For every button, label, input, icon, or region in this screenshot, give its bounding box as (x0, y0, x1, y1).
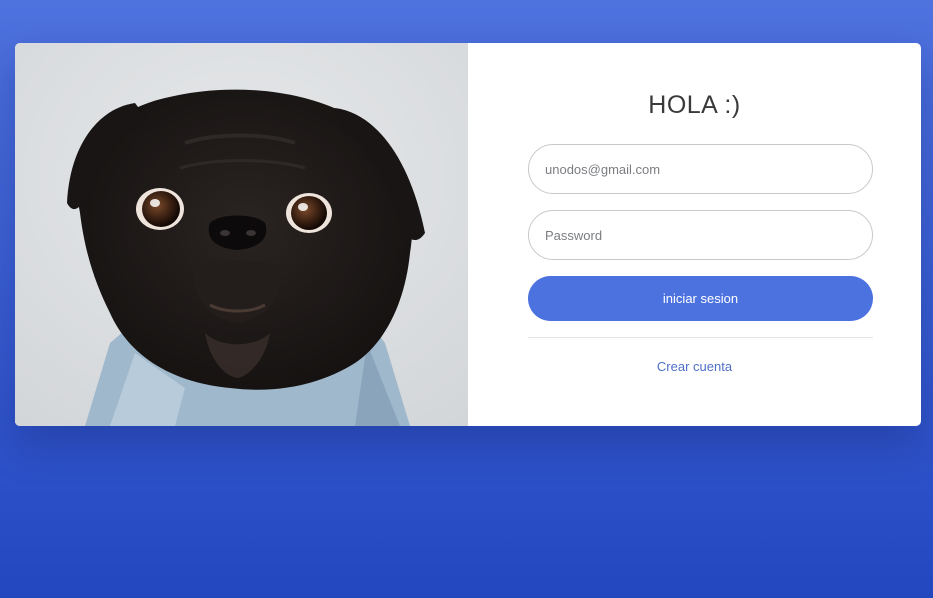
login-button[interactable]: iniciar sesion (528, 276, 873, 321)
login-form: HOLA :) iniciar sesion Crear cuenta (468, 43, 921, 426)
divider (528, 337, 873, 338)
login-card: HOLA :) iniciar sesion Crear cuenta (15, 43, 921, 426)
login-title: HOLA :) (648, 91, 741, 119)
password-field[interactable] (528, 210, 873, 260)
create-account-link[interactable]: Crear cuenta (468, 359, 921, 374)
pug-photo (15, 43, 468, 426)
email-field[interactable] (528, 144, 873, 194)
